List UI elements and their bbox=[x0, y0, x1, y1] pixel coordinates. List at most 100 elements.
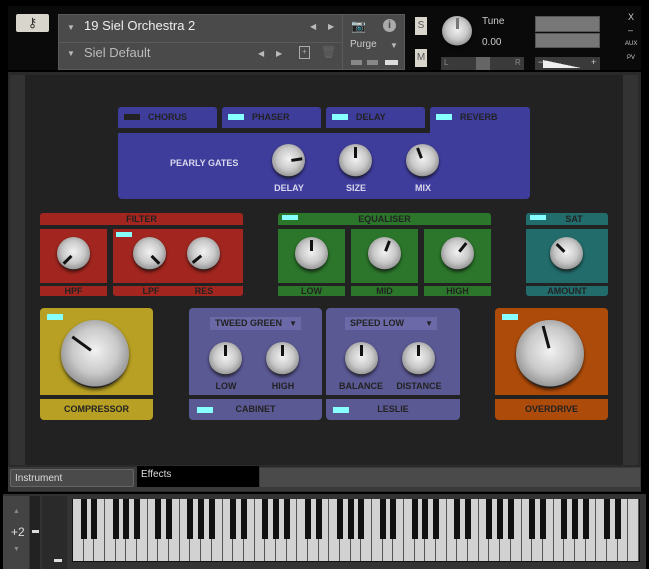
snapshot-name[interactable]: Siel Default bbox=[84, 45, 150, 60]
black-key[interactable] bbox=[91, 499, 98, 539]
black-key[interactable] bbox=[561, 499, 568, 539]
mod-wheel[interactable] bbox=[42, 496, 67, 569]
solo-button[interactable]: S bbox=[415, 17, 427, 35]
black-key[interactable] bbox=[198, 499, 205, 539]
next-instrument-icon[interactable]: ▶ bbox=[328, 22, 334, 31]
delay-led[interactable] bbox=[332, 114, 348, 120]
eq-low-knob[interactable] bbox=[295, 237, 328, 270]
black-key[interactable] bbox=[465, 499, 472, 539]
black-key[interactable] bbox=[262, 499, 269, 539]
octave-up-icon[interactable]: ▲ bbox=[13, 508, 20, 515]
volume-plus[interactable]: + bbox=[591, 57, 596, 67]
black-key[interactable] bbox=[123, 499, 130, 539]
black-key[interactable] bbox=[336, 499, 343, 539]
black-key[interactable] bbox=[603, 499, 610, 539]
black-key[interactable] bbox=[134, 499, 141, 539]
black-key[interactable] bbox=[379, 499, 386, 539]
cabinet-led[interactable] bbox=[197, 407, 213, 413]
purge-dropdown-icon[interactable]: ▼ bbox=[390, 41, 398, 50]
black-key[interactable] bbox=[166, 499, 173, 539]
overdrive-led[interactable] bbox=[502, 314, 518, 320]
black-key[interactable] bbox=[315, 499, 322, 539]
compressor-led[interactable] bbox=[47, 314, 63, 320]
reverb-led[interactable] bbox=[436, 114, 452, 120]
snapshot-menu-icon[interactable]: ▼ bbox=[67, 49, 75, 58]
volume-slider[interactable]: − + bbox=[535, 57, 600, 70]
reverb-mix-knob[interactable] bbox=[406, 144, 439, 177]
black-key[interactable] bbox=[283, 499, 290, 539]
black-key[interactable] bbox=[304, 499, 311, 539]
black-key[interactable] bbox=[358, 499, 365, 539]
compressor-knob[interactable] bbox=[61, 320, 129, 388]
tab-effects[interactable]: Effects bbox=[137, 466, 259, 487]
octave-down-icon[interactable]: ▼ bbox=[13, 546, 20, 553]
black-key[interactable] bbox=[112, 499, 119, 539]
leslie-balance-knob[interactable] bbox=[345, 342, 378, 375]
black-key[interactable] bbox=[507, 499, 514, 539]
black-key[interactable] bbox=[390, 499, 397, 539]
info-icon[interactable]: i bbox=[383, 19, 396, 32]
sat-amount-knob[interactable] bbox=[550, 237, 583, 270]
black-key[interactable] bbox=[272, 499, 279, 539]
tab-instrument[interactable]: Instrument bbox=[10, 469, 134, 487]
pan-slider[interactable]: L R bbox=[441, 57, 524, 70]
cabinet-high-knob[interactable] bbox=[266, 342, 299, 375]
aux-button[interactable]: AUX bbox=[625, 41, 637, 47]
black-key[interactable] bbox=[230, 499, 237, 539]
delete-snapshot-icon[interactable]: 🗑 bbox=[321, 45, 336, 59]
black-key[interactable] bbox=[497, 499, 504, 539]
lpf-knob[interactable] bbox=[133, 237, 166, 270]
black-key[interactable] bbox=[240, 499, 247, 539]
cabinet-low-knob[interactable] bbox=[209, 342, 242, 375]
black-key[interactable] bbox=[208, 499, 215, 539]
black-key[interactable] bbox=[454, 499, 461, 539]
minimize-button[interactable]: – bbox=[628, 25, 633, 35]
black-key[interactable] bbox=[614, 499, 621, 539]
instrument-menu-icon[interactable]: ▼ bbox=[67, 23, 75, 32]
camera-icon[interactable]: 📷 bbox=[351, 19, 366, 33]
piano-keyboard[interactable] bbox=[72, 499, 640, 562]
sat-led[interactable] bbox=[530, 215, 546, 220]
prev-snapshot-icon[interactable]: ◀ bbox=[258, 49, 264, 58]
next-snapshot-icon[interactable]: ▶ bbox=[276, 49, 282, 58]
black-key[interactable] bbox=[582, 499, 589, 539]
black-key[interactable] bbox=[571, 499, 578, 539]
wrench-icon[interactable]: ⚷ bbox=[16, 14, 49, 32]
leslie-led[interactable] bbox=[333, 407, 349, 413]
pan-handle[interactable] bbox=[476, 57, 490, 70]
prev-instrument-icon[interactable]: ◀ bbox=[310, 22, 316, 31]
leslie-speed-dropdown[interactable]: SPEED LOW ▼ bbox=[345, 317, 437, 330]
black-key[interactable] bbox=[539, 499, 546, 539]
save-snapshot-icon[interactable]: + bbox=[299, 46, 310, 59]
hpf-knob[interactable] bbox=[57, 237, 90, 270]
cabinet-type-dropdown[interactable]: TWEED GREEN ▼ bbox=[210, 317, 301, 330]
tune-knob[interactable] bbox=[442, 16, 472, 46]
tab-chorus[interactable]: CHORUS bbox=[118, 107, 217, 128]
tab-delay[interactable]: DELAY bbox=[326, 107, 425, 128]
black-key[interactable] bbox=[347, 499, 354, 539]
instrument-name[interactable]: 19 Siel Orchestra 2 bbox=[84, 18, 195, 33]
black-key[interactable] bbox=[486, 499, 493, 539]
black-key[interactable] bbox=[187, 499, 194, 539]
equaliser-led[interactable] bbox=[282, 215, 298, 220]
eq-mid-knob[interactable] bbox=[368, 237, 401, 270]
black-key[interactable] bbox=[529, 499, 536, 539]
close-button[interactable]: X bbox=[628, 12, 634, 22]
phaser-led[interactable] bbox=[228, 114, 244, 120]
black-key[interactable] bbox=[155, 499, 162, 539]
reverb-preset[interactable]: PEARLY GATES bbox=[170, 158, 238, 168]
black-key[interactable] bbox=[411, 499, 418, 539]
purge-menu[interactable]: Purge bbox=[350, 39, 377, 50]
reverb-size-knob[interactable] bbox=[339, 144, 372, 177]
leslie-distance-knob[interactable] bbox=[402, 342, 435, 375]
pitch-wheel[interactable] bbox=[30, 496, 40, 569]
pv-button[interactable]: PV bbox=[627, 55, 635, 61]
black-key[interactable] bbox=[422, 499, 429, 539]
tab-phaser[interactable]: PHASER bbox=[222, 107, 321, 128]
res-knob[interactable] bbox=[187, 237, 220, 270]
black-key[interactable] bbox=[80, 499, 87, 539]
reverb-delay-knob[interactable] bbox=[272, 144, 305, 177]
lpf-led[interactable] bbox=[116, 232, 132, 237]
black-key[interactable] bbox=[433, 499, 440, 539]
overdrive-knob[interactable] bbox=[516, 320, 584, 388]
